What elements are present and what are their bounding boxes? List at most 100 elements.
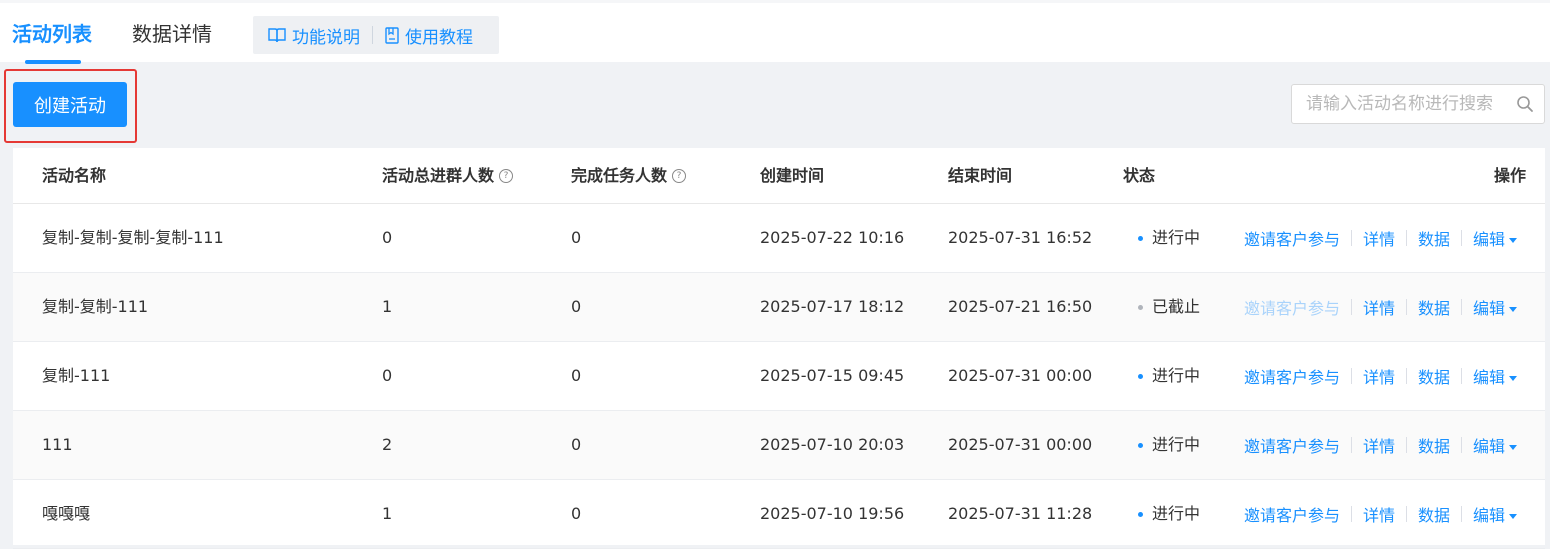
row-actions: 邀请客户参与 详情 数据 编辑	[1244, 480, 1518, 548]
data-link[interactable]: 数据	[1418, 364, 1450, 388]
divider	[1461, 437, 1463, 453]
data-link[interactable]: 数据	[1418, 226, 1450, 250]
end-time-cell: 2025-07-31 00:00	[948, 366, 1093, 385]
column-header-joined-label: 活动总进群人数	[382, 166, 495, 185]
edit-label: 编辑	[1473, 299, 1506, 318]
document-icon	[385, 26, 399, 44]
status-cell: 进行中	[1138, 342, 1200, 410]
help-links: 功能说明 使用教程	[253, 16, 499, 54]
caret-down-icon	[1509, 376, 1518, 381]
divider	[1351, 437, 1353, 453]
column-header-joined: 活动总进群人数 ?	[382, 148, 514, 204]
status-cell: 进行中	[1138, 411, 1200, 479]
status-label: 进行中	[1152, 435, 1201, 454]
status-label: 已截止	[1152, 297, 1201, 316]
activity-name-cell: 复制-复制-复制-复制-111	[42, 228, 224, 247]
status-cell: 进行中	[1138, 204, 1200, 272]
caret-down-icon	[1509, 514, 1518, 519]
divider	[1351, 506, 1353, 522]
status-cell: 进行中	[1138, 480, 1200, 548]
column-header-completed-label: 完成任务人数	[571, 166, 668, 185]
invite-customer-link[interactable]: 邀请客户参与	[1244, 502, 1340, 526]
completed-count-cell: 0	[571, 297, 582, 316]
completed-count-cell: 0	[571, 504, 582, 523]
joined-count-cell: 2	[382, 435, 393, 454]
activity-table: 活动名称 活动总进群人数 ? 完成任务人数 ? 创建时间 结束时间 状态 操作 …	[13, 148, 1545, 549]
tutorial-label: 使用教程	[405, 27, 473, 48]
invite-customer-link[interactable]: 邀请客户参与	[1244, 226, 1340, 250]
help-question-icon[interactable]: ?	[499, 169, 514, 183]
column-header-actions: 操作	[1494, 166, 1527, 185]
status-dot-icon	[1138, 511, 1143, 517]
table-row: 复制-复制-111 1 0 2025-07-17 18:12 2025-07-21 16…	[13, 273, 1545, 342]
divider	[1351, 230, 1353, 246]
create-activity-button[interactable]: 创建活动	[13, 82, 127, 127]
detail-link[interactable]: 详情	[1363, 295, 1395, 319]
divider	[1461, 230, 1463, 246]
detail-link[interactable]: 详情	[1363, 433, 1395, 457]
created-time-cell: 2025-07-10 19:56	[760, 504, 905, 523]
table-row: 111 2 0 2025-07-10 20:03 2025-07-31 00:00 进行中…	[13, 411, 1545, 480]
end-time-cell: 2025-07-21 16:50	[948, 297, 1093, 316]
created-time-cell: 2025-07-17 18:12	[760, 297, 905, 316]
row-actions: 邀请客户参与 详情 数据 编辑	[1244, 273, 1518, 341]
edit-dropdown[interactable]: 编辑	[1473, 226, 1518, 250]
edit-label: 编辑	[1473, 506, 1506, 525]
feature-description-label: 功能说明	[292, 27, 360, 48]
activity-name-cell: 111	[42, 435, 73, 454]
divider	[1351, 368, 1353, 384]
feature-description-link[interactable]: 功能说明	[268, 16, 360, 54]
edit-label: 编辑	[1473, 437, 1506, 456]
joined-count-cell: 0	[382, 228, 393, 247]
divider	[1406, 506, 1408, 522]
detail-link[interactable]: 详情	[1363, 364, 1395, 388]
status-dot-icon	[1138, 442, 1143, 448]
data-link[interactable]: 数据	[1418, 502, 1450, 526]
caret-down-icon	[1509, 307, 1518, 312]
table-row: 复制-111 0 0 2025-07-15 09:45 2025-07-31 00:00…	[13, 342, 1545, 411]
detail-link[interactable]: 详情	[1363, 502, 1395, 526]
data-link[interactable]: 数据	[1418, 295, 1450, 319]
tab-activity-list[interactable]: 活动列表	[12, 20, 92, 48]
invite-customer-link[interactable]: 邀请客户参与	[1244, 364, 1340, 388]
search-icon[interactable]	[1516, 95, 1534, 113]
detail-link[interactable]: 详情	[1363, 226, 1395, 250]
column-header-created: 创建时间	[760, 166, 825, 185]
search-input[interactable]	[1306, 94, 1516, 114]
tutorial-link[interactable]: 使用教程	[385, 16, 473, 54]
invite-customer-link: 邀请客户参与	[1244, 299, 1341, 318]
completed-count-cell: 0	[571, 366, 582, 385]
edit-dropdown[interactable]: 编辑	[1473, 433, 1518, 457]
joined-count-cell: 1	[382, 504, 393, 523]
edit-dropdown[interactable]: 编辑	[1473, 502, 1518, 526]
divider	[1461, 368, 1463, 384]
status-dot-icon	[1138, 373, 1143, 379]
activity-name-cell: 嘎嘎嘎	[42, 504, 91, 523]
tab-data-details[interactable]: 数据详情	[132, 20, 212, 48]
data-link[interactable]: 数据	[1418, 433, 1450, 457]
divider	[1406, 230, 1408, 246]
search-box	[1291, 84, 1545, 124]
edit-label: 编辑	[1473, 368, 1506, 387]
created-time-cell: 2025-07-15 09:45	[760, 366, 905, 385]
row-actions: 邀请客户参与 详情 数据 编辑	[1244, 342, 1518, 410]
edit-dropdown[interactable]: 编辑	[1473, 364, 1518, 388]
edit-label: 编辑	[1473, 230, 1506, 249]
completed-count-cell: 0	[571, 228, 582, 247]
divider	[372, 26, 373, 44]
invite-customer-link[interactable]: 邀请客户参与	[1244, 433, 1340, 457]
status-label: 进行中	[1152, 228, 1201, 247]
column-header-name: 活动名称	[42, 166, 107, 185]
caret-down-icon	[1509, 445, 1518, 450]
activity-name-cell: 复制-111	[42, 366, 111, 385]
help-question-icon[interactable]: ?	[672, 169, 687, 183]
joined-count-cell: 0	[382, 366, 393, 385]
completed-count-cell: 0	[571, 435, 582, 454]
activity-name-cell: 复制-复制-111	[42, 297, 149, 316]
table-header: 活动名称 活动总进群人数 ? 完成任务人数 ? 创建时间 结束时间 状态 操作	[13, 148, 1545, 204]
row-actions: 邀请客户参与 详情 数据 编辑	[1244, 411, 1518, 479]
edit-dropdown[interactable]: 编辑	[1473, 295, 1518, 319]
divider	[1406, 368, 1408, 384]
caret-down-icon	[1509, 238, 1518, 243]
divider	[1406, 437, 1408, 453]
